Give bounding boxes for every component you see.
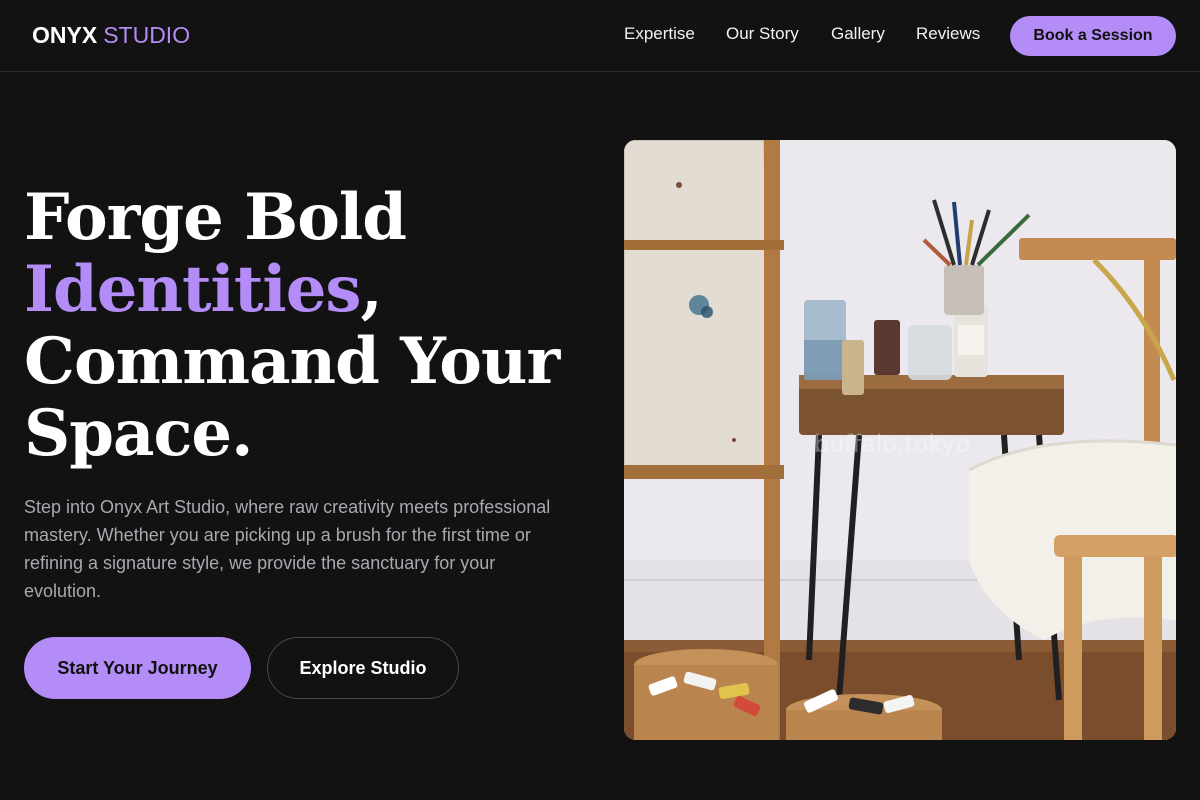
book-session-button[interactable]: Book a Session (1010, 16, 1176, 56)
brand-name: ONYX (32, 22, 98, 48)
brand-logo[interactable]: ONYX STUDIO (32, 22, 190, 49)
nav-link-reviews[interactable]: Reviews (916, 24, 980, 44)
nav-link-our-story[interactable]: Our Story (726, 24, 799, 44)
headline-line-2: Identities, (24, 254, 559, 326)
start-journey-button[interactable]: Start Your Journey (24, 637, 251, 699)
headline-line-3: Command Your (24, 324, 560, 399)
image-watermark: buffalo.tokyo (814, 430, 971, 458)
nav-link-gallery[interactable]: Gallery (831, 24, 885, 44)
headline-line-4: Space. (24, 396, 253, 471)
hero-description: Step into Onyx Art Studio, where raw cre… (24, 497, 551, 601)
nav-link-expertise[interactable]: Expertise (624, 24, 695, 44)
headline-accent-word: Identities (24, 252, 361, 327)
top-navigation: ONYX STUDIO Expertise Our Story Gallery R… (0, 0, 1200, 72)
headline-comma: , (360, 252, 382, 327)
hero-headline: Forge Bold Identities, Command Your Spac… (24, 180, 560, 471)
brand-accent: STUDIO (103, 22, 191, 48)
studio-photo: buffalo.tokyo (624, 140, 1176, 740)
headline-line-1: Forge Bold (24, 180, 407, 255)
explore-studio-button[interactable]: Explore Studio (267, 637, 459, 699)
